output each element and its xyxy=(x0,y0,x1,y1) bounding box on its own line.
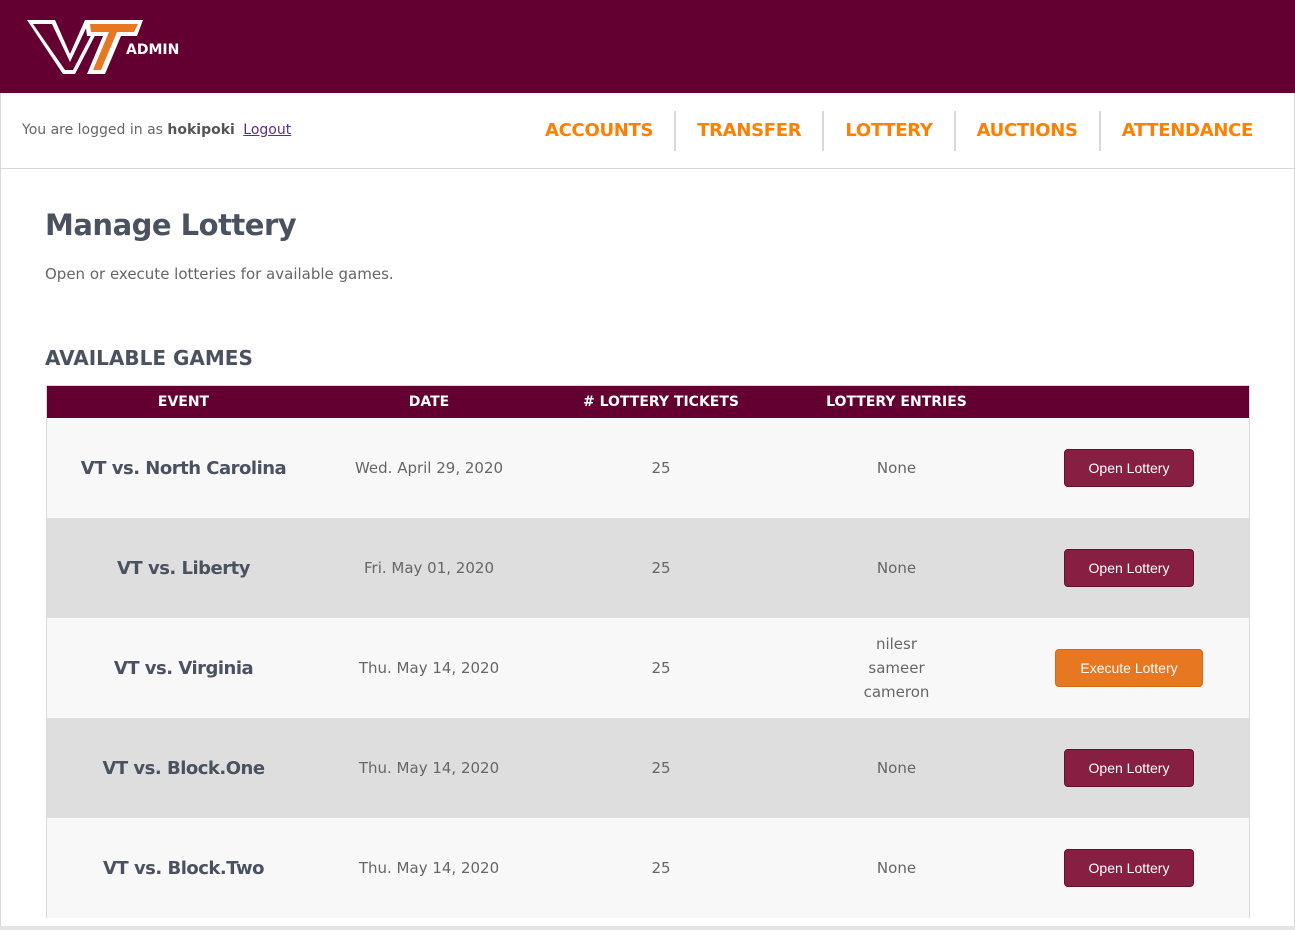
entry-value: None xyxy=(876,459,917,477)
section-title: AVAILABLE GAMES xyxy=(45,346,253,370)
event-name: VT vs. Block.One xyxy=(102,757,265,779)
open-lottery-button[interactable]: Open Lottery xyxy=(1063,849,1195,887)
ticket-count: 25 xyxy=(651,659,671,677)
login-prefix: You are logged in as xyxy=(22,122,163,138)
login-status: You are logged in as hokipoki Logout xyxy=(22,122,291,138)
next-row-shade xyxy=(0,926,1295,930)
event-name: VT vs. Virginia xyxy=(113,657,254,679)
column-header-action xyxy=(1009,386,1249,418)
event-name: VT vs. North Carolina xyxy=(80,457,287,479)
ticket-count: 25 xyxy=(651,759,671,777)
column-header-entries: LOTTERY ENTRIES xyxy=(826,394,967,410)
logout-link[interactable]: Logout xyxy=(243,122,291,138)
table-row: VT vs. Liberty Fri. May 01, 2020 25 None… xyxy=(47,518,1249,618)
event-date: Wed. April 29, 2020 xyxy=(354,459,504,477)
nav-link-attendance[interactable]: ATTENDANCE xyxy=(1098,111,1274,151)
action-cell: Open Lottery xyxy=(1009,549,1249,587)
navigation-bar: You are logged in as hokipoki Logout ACC… xyxy=(0,93,1295,169)
entry-value: cameron xyxy=(863,683,930,701)
action-cell: Open Lottery xyxy=(1009,449,1249,487)
ticket-count: 25 xyxy=(651,459,671,477)
event-date: Thu. May 14, 2020 xyxy=(358,759,500,777)
nav-links: ACCOUNTS TRANSFER LOTTERY AUCTIONS ATTEN… xyxy=(524,111,1274,151)
nav-link-accounts[interactable]: ACCOUNTS xyxy=(524,111,674,151)
page-title: Manage Lottery xyxy=(45,208,297,242)
open-lottery-button[interactable]: Open Lottery xyxy=(1063,549,1195,587)
open-lottery-button[interactable]: Open Lottery xyxy=(1063,749,1195,787)
table-row: VT vs. Virginia Thu. May 14, 2020 25 nil… xyxy=(47,618,1249,718)
entry-value: None xyxy=(876,559,917,577)
event-date: Thu. May 14, 2020 xyxy=(358,859,500,877)
lottery-entries: nilesr sameer cameron xyxy=(784,632,1009,704)
event-date: Fri. May 01, 2020 xyxy=(364,559,494,577)
action-cell: Open Lottery xyxy=(1009,849,1249,887)
event-name: VT vs. Liberty xyxy=(117,557,250,579)
lottery-entries: None xyxy=(784,856,1009,880)
event-date: Thu. May 14, 2020 xyxy=(358,659,500,677)
page-subtitle: Open or execute lotteries for available … xyxy=(45,265,394,283)
table-header: EVENT DATE # LOTTERY TICKETS LOTTERY ENT… xyxy=(47,386,1249,418)
column-header-tickets: # LOTTERY TICKETS xyxy=(582,394,740,410)
column-header-event: EVENT xyxy=(157,394,210,410)
entry-value: sameer xyxy=(868,659,925,677)
execute-lottery-button[interactable]: Execute Lottery xyxy=(1055,649,1203,687)
open-lottery-button[interactable]: Open Lottery xyxy=(1063,449,1195,487)
table-row: VT vs. North Carolina Wed. April 29, 202… xyxy=(47,418,1249,518)
admin-label: ADMIN xyxy=(126,42,180,58)
lottery-entries: None xyxy=(784,756,1009,780)
nav-link-lottery[interactable]: LOTTERY xyxy=(822,111,953,151)
nav-link-auctions[interactable]: AUCTIONS xyxy=(953,111,1099,151)
ticket-count: 25 xyxy=(651,559,671,577)
table-row: VT vs. Block.Two Thu. May 14, 2020 25 No… xyxy=(47,818,1249,918)
username: hokipoki xyxy=(167,122,235,138)
table-row: VT vs. Block.One Thu. May 14, 2020 25 No… xyxy=(47,718,1249,818)
entry-value: None xyxy=(876,759,917,777)
nav-link-transfer[interactable]: TRANSFER xyxy=(674,111,822,151)
games-table: EVENT DATE # LOTTERY TICKETS LOTTERY ENT… xyxy=(46,385,1250,918)
event-name: VT vs. Block.Two xyxy=(102,857,265,879)
lottery-entries: None xyxy=(784,556,1009,580)
top-header-bar: ADMIN xyxy=(0,0,1295,93)
entry-value: None xyxy=(876,859,917,877)
ticket-count: 25 xyxy=(651,859,671,877)
lottery-entries: None xyxy=(784,456,1009,480)
action-cell: Open Lottery xyxy=(1009,749,1249,787)
entry-value: nilesr xyxy=(875,635,918,653)
column-header-date: DATE xyxy=(408,394,450,410)
action-cell: Execute Lottery xyxy=(1009,649,1249,687)
